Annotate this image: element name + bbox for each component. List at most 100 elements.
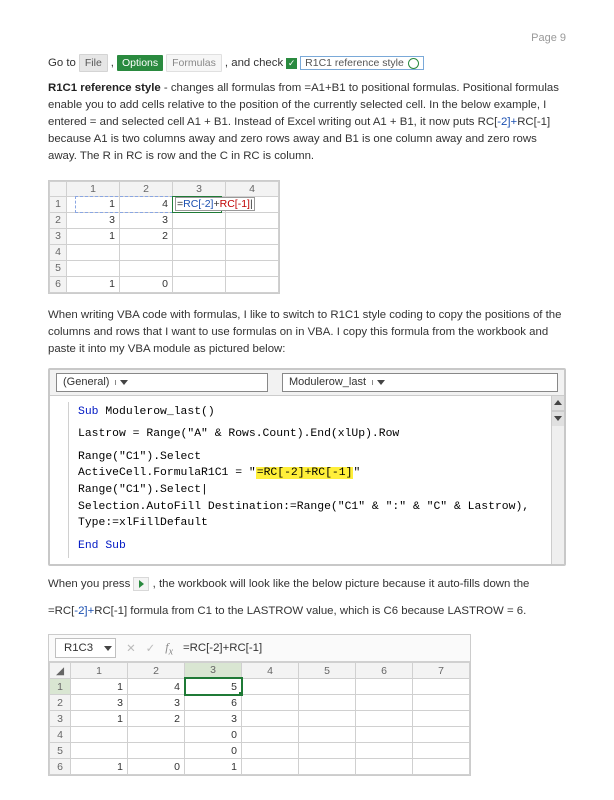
rowhdr: 1: [50, 196, 67, 212]
cell[interactable]: [226, 212, 279, 228]
cell[interactable]: [67, 244, 120, 260]
cell[interactable]: [120, 244, 173, 260]
combo-label: Modulerow_last: [283, 376, 372, 388]
cell[interactable]: [173, 244, 226, 260]
cell[interactable]: [356, 678, 413, 695]
cell[interactable]: [173, 212, 226, 228]
cell[interactable]: 3: [120, 212, 173, 228]
fill-handle-icon[interactable]: [239, 692, 243, 696]
cell[interactable]: 0: [120, 276, 173, 292]
code-line: Sub Modulerow_last()Sub Modulerow_last(): [78, 404, 541, 421]
cell[interactable]: 2: [120, 228, 173, 244]
cell[interactable]: 4: [128, 678, 185, 695]
cell[interactable]: [299, 759, 356, 775]
colhdr: 1: [71, 663, 128, 679]
scroll-down-icon[interactable]: [552, 411, 564, 426]
cell[interactable]: 0: [128, 759, 185, 775]
code-line: Range("C1").Select: [78, 449, 541, 466]
cell[interactable]: 3: [185, 711, 242, 727]
cell[interactable]: [299, 727, 356, 743]
cell[interactable]: [242, 695, 299, 711]
cell[interactable]: [71, 743, 128, 759]
cell[interactable]: [356, 695, 413, 711]
cell[interactable]: [299, 678, 356, 695]
cell[interactable]: 1: [71, 678, 128, 695]
cell[interactable]: [71, 727, 128, 743]
cell[interactable]: [242, 759, 299, 775]
vba-toolbar: (General) Modulerow_last: [50, 370, 564, 396]
scrollbar[interactable]: [551, 396, 564, 564]
rowhdr: 5: [50, 260, 67, 276]
cell[interactable]: [173, 276, 226, 292]
selected-cell[interactable]: 5: [185, 678, 242, 695]
paragraph-1: R1C1 reference style - changes all formu…: [48, 80, 566, 166]
cell[interactable]: [226, 260, 279, 276]
cell[interactable]: 4: [120, 196, 173, 212]
cell[interactable]: [299, 711, 356, 727]
cell[interactable]: [413, 727, 470, 743]
cell[interactable]: [67, 260, 120, 276]
enter-icon[interactable]: ✓: [146, 641, 156, 655]
cell[interactable]: 2: [128, 711, 185, 727]
cell[interactable]: [413, 711, 470, 727]
cell[interactable]: 3: [71, 695, 128, 711]
paragraph-4: =RC[-2]+RC[-1] formula from C1 to the LA…: [48, 603, 566, 620]
scroll-up-icon[interactable]: [552, 396, 564, 411]
cell[interactable]: 1: [67, 228, 120, 244]
cell[interactable]: [242, 727, 299, 743]
cell[interactable]: 3: [67, 212, 120, 228]
cell[interactable]: 1: [67, 276, 120, 292]
spreadsheet-1: 1 2 3 4 1 1 4 =RC[-2]+RC[-1]=RC[-2]+RC[-…: [48, 180, 280, 294]
cell[interactable]: [413, 759, 470, 775]
vba-code-area[interactable]: Sub Modulerow_last()Sub Modulerow_last()…: [50, 396, 551, 564]
cell[interactable]: [356, 759, 413, 775]
cell[interactable]: [128, 727, 185, 743]
cell[interactable]: [413, 743, 470, 759]
cell[interactable]: [299, 695, 356, 711]
name-box[interactable]: R1C3: [55, 638, 116, 658]
combo-label: (General): [57, 376, 115, 388]
formulas-tab-icon: Formulas: [166, 54, 222, 72]
para4-a: =RC[: [48, 605, 74, 617]
fx-icon[interactable]: fx: [165, 640, 173, 657]
cell[interactable]: [120, 260, 173, 276]
cell[interactable]: 1: [71, 759, 128, 775]
formula-cell[interactable]: =RC[-2]+RC[-1]=RC[-2]+RC[-1]|: [173, 196, 226, 212]
cell[interactable]: 1: [67, 196, 120, 212]
dropdown-icon: [104, 646, 112, 651]
cell[interactable]: 6: [185, 695, 242, 711]
colhdr: 6: [356, 663, 413, 679]
cell[interactable]: [356, 711, 413, 727]
cell[interactable]: [413, 678, 470, 695]
code-line: Selection.AutoFill Destination:=Range("C…: [78, 499, 541, 532]
cell[interactable]: 1: [185, 759, 242, 775]
cell[interactable]: [226, 244, 279, 260]
cell[interactable]: [128, 743, 185, 759]
cell[interactable]: 0: [185, 727, 242, 743]
cell[interactable]: [356, 727, 413, 743]
vba-combo-proc[interactable]: Modulerow_last: [282, 373, 558, 392]
colhdr: 7: [413, 663, 470, 679]
cell[interactable]: [242, 743, 299, 759]
cell[interactable]: [299, 743, 356, 759]
rowhdr: 2: [50, 695, 71, 711]
file-tab-icon: File: [79, 54, 108, 72]
colhdr: 3: [185, 663, 242, 679]
vba-combo-general[interactable]: (General): [56, 373, 268, 392]
cell[interactable]: [173, 228, 226, 244]
cell[interactable]: [356, 743, 413, 759]
cell[interactable]: 1: [71, 711, 128, 727]
cell[interactable]: [242, 678, 299, 695]
rowhdr: 5: [50, 743, 71, 759]
cancel-icon[interactable]: ✕: [126, 641, 136, 655]
cell[interactable]: [173, 260, 226, 276]
cell[interactable]: [226, 228, 279, 244]
cell[interactable]: [226, 276, 279, 292]
colhdr: 1: [67, 181, 120, 196]
cell[interactable]: [413, 695, 470, 711]
formula-bar-value[interactable]: =RC[-2]+RC[-1]: [183, 642, 262, 654]
cell[interactable]: [242, 711, 299, 727]
cell[interactable]: 0: [185, 743, 242, 759]
cell[interactable]: 3: [128, 695, 185, 711]
spreadsheet-2: R1C3 ✕ ✓ fx =RC[-2]+RC[-1] ◢ 1 2 3 4 5 6…: [48, 634, 471, 776]
